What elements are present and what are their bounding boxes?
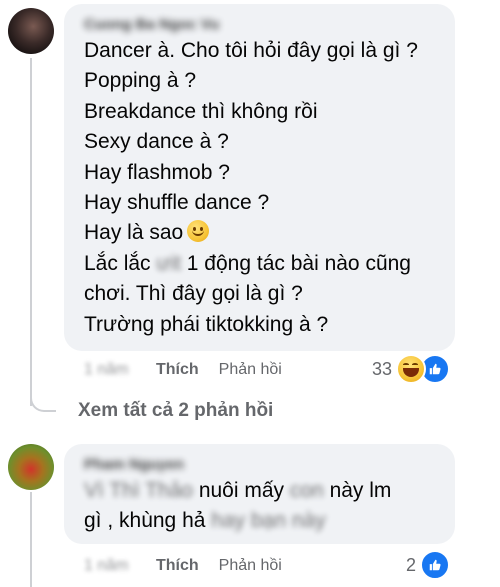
- reply-button[interactable]: Phản hồi: [219, 554, 282, 578]
- comment-author[interactable]: Cuong Ba Ngoc Vu: [84, 14, 441, 36]
- comment-bubble: Pham Nguyen Vì Thì Thảo nuôi mấy con này…: [64, 444, 455, 544]
- comment-line: Vì Thì Thảo nuôi mấy con này lm: [84, 476, 441, 506]
- reaction-count: 33: [372, 358, 393, 379]
- avatar[interactable]: [8, 8, 54, 54]
- comment-line: Sexy dance à ?: [84, 130, 229, 154]
- comment-line: Breakdance thì không rồi: [84, 99, 318, 123]
- comment-actions: 1 năm Thích Phản hồi: [84, 358, 282, 382]
- comment-author[interactable]: Pham Nguyen: [84, 454, 441, 476]
- avatar[interactable]: [8, 444, 54, 490]
- comment-bubble: Cuong Ba Ngoc Vu Dancer à. Cho tôi hỏi đ…: [64, 4, 455, 351]
- like-button[interactable]: Thích: [156, 358, 199, 382]
- blurred-text: con: [289, 479, 324, 502]
- like-button[interactable]: Thích: [156, 554, 199, 578]
- reaction-count: 2: [406, 554, 417, 575]
- reaction-summary[interactable]: 2: [406, 550, 451, 580]
- comment-line: Lắc lắc ưit 1 động tác bài nào cũng: [84, 249, 441, 279]
- blurred-text: hay bạn này: [211, 509, 326, 533]
- thread-line-curve: [30, 386, 56, 412]
- comment-timestamp[interactable]: 1 năm: [84, 554, 144, 578]
- comment-line: Popping à ?: [84, 69, 197, 93]
- comment-actions: 1 năm Thích Phản hồi: [84, 554, 282, 578]
- comment-text: 1 động tác bài nào cũng: [186, 251, 411, 275]
- comment-timestamp[interactable]: 1 năm: [84, 358, 144, 382]
- comment-line: Hay flashmob ?: [84, 160, 230, 184]
- comment-line: Trường phái tiktokking à ?: [84, 312, 329, 336]
- haha-icon: [396, 354, 427, 384]
- comment-line: Dancer à. Cho tôi hỏi đây gọi là gì ?: [84, 39, 418, 62]
- thread-line: [30, 58, 32, 406]
- reaction-summary[interactable]: 33: [372, 354, 451, 384]
- thread-line-lower: [30, 492, 32, 587]
- smile-emoji-icon: [187, 220, 210, 243]
- blurred-text: Vì Thì Thảo: [84, 479, 193, 502]
- comment-text: nuôi mấy: [198, 479, 285, 502]
- comment-line: chơi. Thì đây gọi là gì ?: [84, 282, 303, 306]
- like-icon: [420, 550, 451, 580]
- comment-line: Hay là sao: [84, 218, 441, 248]
- blurred-text: ưit: [156, 251, 181, 275]
- comment-line: gì , khùng hả hay bạn này: [84, 506, 441, 536]
- view-all-replies-link[interactable]: Xem tất cả 2 phản hồi: [78, 398, 273, 424]
- comment-thread: Cuong Ba Ngoc Vu Dancer à. Cho tôi hỏi đ…: [0, 0, 500, 587]
- reply-button[interactable]: Phản hồi: [219, 358, 282, 382]
- comment-line: Hay shuffle dance ?: [84, 191, 270, 215]
- comment-text: Lắc lắc: [84, 251, 151, 275]
- comment-text: Hay là sao: [84, 221, 184, 245]
- comment-text: gì , khùng hả: [84, 509, 206, 533]
- comment-text: này lm: [329, 479, 392, 502]
